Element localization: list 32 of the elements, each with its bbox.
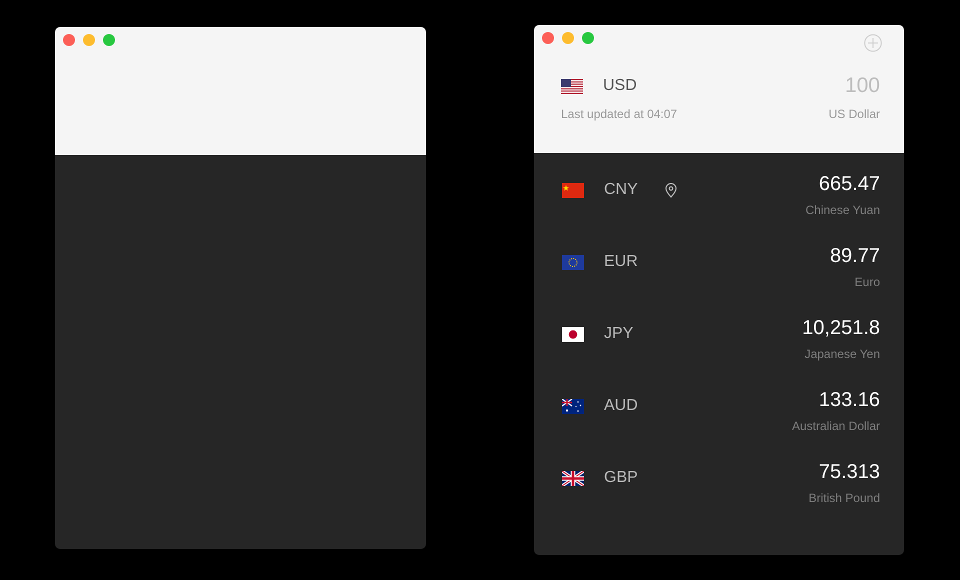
zoom-button[interactable]	[103, 34, 115, 46]
minimize-button[interactable]	[562, 32, 574, 44]
flag-icon	[562, 398, 584, 414]
flag-icon	[561, 78, 583, 94]
currency-name: US Dollar	[828, 107, 880, 121]
converted-amount: 75.313	[818, 461, 880, 484]
currency-code: GBP	[604, 469, 638, 487]
converted-amount: 89.77	[830, 245, 880, 268]
minimize-button[interactable]	[83, 34, 95, 46]
currency-name: Australian Dollar	[792, 419, 880, 433]
currency-code: CNY	[604, 181, 638, 199]
flag-icon	[562, 254, 584, 270]
add-icon[interactable]	[864, 34, 882, 52]
close-button[interactable]	[63, 34, 75, 46]
currency-name: British Pound	[808, 491, 880, 505]
flag-icon	[562, 326, 584, 342]
zoom-button[interactable]	[582, 32, 594, 44]
currency-code: JPY	[604, 325, 634, 343]
amount-input[interactable]: 100	[844, 74, 880, 98]
currency-name: Japanese Yen	[804, 347, 880, 361]
converted-amount: 665.47	[818, 173, 880, 196]
currency-name: Euro	[854, 275, 880, 289]
converted-amount: 10,251.8	[802, 317, 880, 340]
last-updated: Last updated at 04:07	[561, 107, 678, 121]
currency-code: AUD	[604, 397, 638, 415]
converted-amount: 133.16	[818, 389, 880, 412]
flag-icon	[562, 182, 584, 198]
flag-icon	[562, 470, 584, 486]
currency-name: Chinese Yuan	[805, 203, 880, 217]
close-button[interactable]	[542, 32, 554, 44]
currency-code: EUR	[604, 253, 638, 271]
currency-code: USD	[603, 77, 637, 95]
